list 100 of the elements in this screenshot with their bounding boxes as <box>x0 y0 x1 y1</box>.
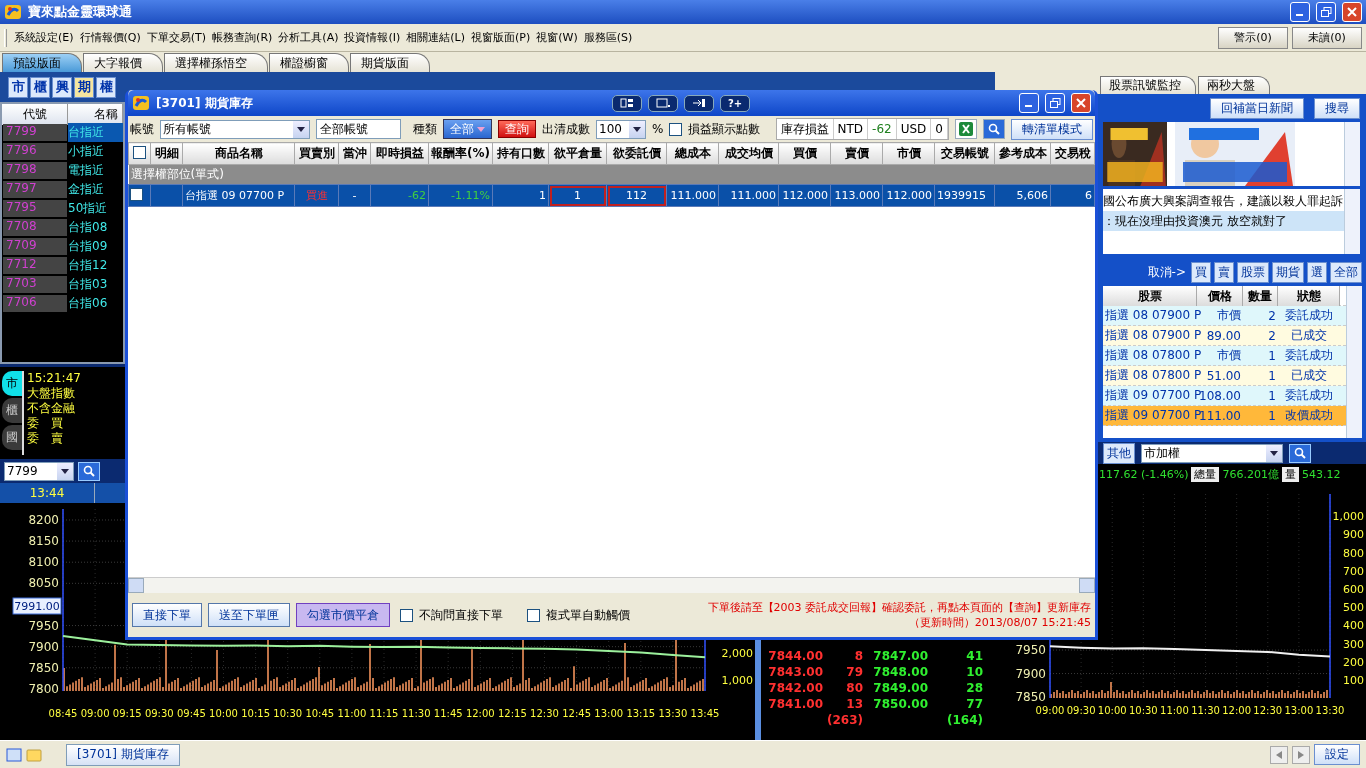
column-header[interactable]: 報酬率(%) <box>428 142 493 165</box>
account-select[interactable]: 所有帳號 <box>160 119 310 139</box>
column-header[interactable]: 價格 <box>1197 286 1243 306</box>
restore-button[interactable] <box>1316 2 1336 22</box>
order-row[interactable]: 指選 08 07900 P 89.00 2 已成交 <box>1103 326 1346 346</box>
column-header[interactable]: 當沖 <box>338 142 371 165</box>
close-button[interactable] <box>1071 93 1091 113</box>
column-header[interactable]: 賣價 <box>830 142 883 165</box>
filter-button[interactable]: 選 <box>1307 262 1327 283</box>
panel-tab[interactable]: 兩秒大盤 <box>1198 76 1270 94</box>
order-row[interactable]: 指選 08 07800 P 51.00 1 已成交 <box>1103 366 1346 386</box>
column-header[interactable]: 總成本 <box>666 142 719 165</box>
column-header[interactable]: 股票 <box>1103 286 1197 306</box>
filter-button[interactable]: 期貨 <box>1272 262 1304 283</box>
horizontal-scrollbar[interactable] <box>128 577 1095 593</box>
column-header[interactable]: 代號 <box>2 104 68 125</box>
table-cell[interactable]: 112 <box>606 184 667 207</box>
filter-button[interactable]: 全部 <box>1330 262 1362 283</box>
row-checkbox[interactable] <box>130 187 143 201</box>
close-button[interactable] <box>1342 2 1362 22</box>
excel-button[interactable] <box>955 119 977 139</box>
checkbox[interactable] <box>527 608 540 622</box>
column-header[interactable]: 數量 <box>1243 286 1278 306</box>
vertical-scrollbar[interactable] <box>1344 122 1360 186</box>
layout-tab[interactable]: 大字報價 <box>83 53 163 72</box>
market-button[interactable]: 興 <box>52 76 72 98</box>
menu-item[interactable]: 行情報價(Q) <box>76 28 144 47</box>
search-button[interactable] <box>78 461 100 481</box>
column-header[interactable]: 即時損益 <box>370 142 429 165</box>
filter-button[interactable]: 買 <box>1191 262 1211 283</box>
layout-tab[interactable]: 權證櫥窗 <box>269 53 349 72</box>
scroll-left-button[interactable] <box>1270 745 1288 764</box>
market-tab[interactable]: 國 <box>2 425 22 450</box>
column-header[interactable]: 買賣別 <box>294 142 339 165</box>
clear-ratio-select[interactable]: 100 <box>596 119 646 139</box>
menu-item[interactable]: 視窗版面(P) <box>468 28 534 47</box>
layout-tab[interactable]: 期貨版面 <box>350 53 430 72</box>
column-header[interactable]: 商品名稱 <box>182 142 295 165</box>
account-field[interactable]: 全部帳號 <box>316 119 401 139</box>
table-cell[interactable]: 1 <box>548 184 607 207</box>
column-header[interactable]: 狀態 <box>1278 286 1340 306</box>
menu-item[interactable]: 下單交易(T) <box>143 28 210 47</box>
minimize-button[interactable] <box>1290 2 1310 22</box>
market-button[interactable]: 權 <box>96 76 116 98</box>
query-button[interactable]: 查詢 <box>498 120 536 138</box>
market-button[interactable]: 櫃 <box>30 76 50 98</box>
index-combo[interactable]: 市加權 <box>1141 443 1283 463</box>
settings-button[interactable]: 設定 <box>1314 744 1360 765</box>
menu-item[interactable]: 帳務查詢(R) <box>209 28 276 47</box>
search-button[interactable] <box>1289 443 1311 463</box>
checkbox[interactable] <box>669 122 683 136</box>
column-header[interactable]: 名稱 <box>68 104 123 125</box>
column-header[interactable]: 參考成本 <box>994 142 1051 165</box>
help-button[interactable]: ?+ <box>720 94 750 112</box>
market-tab[interactable]: 市 <box>2 371 22 396</box>
action-button[interactable]: 直接下單 <box>132 603 202 627</box>
news-headline[interactable]: 國公布廣大興案調查報告，建議以殺人罪起訴 <box>1103 191 1344 211</box>
order-row[interactable]: 指選 09 07700 P108.00 1 委託成功 <box>1103 386 1346 406</box>
order-row[interactable]: 指選 08 07900 P 市價 2 委託成功 <box>1103 306 1346 326</box>
news-button[interactable]: 搜尋 <box>1314 98 1360 119</box>
window-view-button[interactable] <box>648 94 678 112</box>
select-all-checkbox[interactable] <box>133 145 146 159</box>
column-header[interactable]: 交易帳號 <box>934 142 995 165</box>
menu-item[interactable]: 視窗(W) <box>533 28 581 47</box>
column-header[interactable]: 市價 <box>882 142 935 165</box>
scroll-right-button[interactable] <box>1292 745 1310 764</box>
type-button[interactable]: 全部 <box>443 119 492 139</box>
checkbox[interactable] <box>400 608 413 622</box>
column-header[interactable]: 明細 <box>150 142 183 165</box>
alert-button[interactable]: 未讀(0) <box>1292 26 1362 49</box>
action-button[interactable]: 送至下單匣 <box>208 603 290 627</box>
menu-item[interactable]: 系統設定(E) <box>11 28 77 47</box>
menu-item[interactable]: 服務區(S) <box>580 28 636 47</box>
minimize-button[interactable] <box>1019 93 1039 113</box>
column-header[interactable]: 欲委託價 <box>606 142 667 165</box>
column-header[interactable]: 成交均價 <box>718 142 779 165</box>
news-headline[interactable]: ：現在沒理由投資澳元 放空就對了 <box>1103 211 1344 231</box>
market-tab[interactable]: 櫃 <box>2 398 22 423</box>
layout-tab[interactable]: 預設版面 <box>2 53 82 72</box>
filter-button[interactable]: 賣 <box>1214 262 1234 283</box>
column-header[interactable]: 持有口數 <box>492 142 549 165</box>
list-mode-button[interactable]: 轉清單模式 <box>1011 118 1093 140</box>
menu-item[interactable]: 分析工具(A) <box>275 28 342 47</box>
menu-item[interactable]: 相關連結(L) <box>403 28 468 47</box>
order-row[interactable]: 指選 08 07800 P 市價 1 委託成功 <box>1103 346 1346 366</box>
column-header[interactable]: 交易稅 <box>1050 142 1095 165</box>
column-header[interactable]: 買價 <box>778 142 831 165</box>
symbol-combo[interactable]: 7799 <box>4 461 74 481</box>
other-button[interactable]: 其他 <box>1103 442 1135 464</box>
panel-tab[interactable]: 股票訊號監控 <box>1100 76 1196 94</box>
quote-name[interactable]: 台指近 <box>68 123 123 142</box>
export-button[interactable] <box>684 94 714 112</box>
column-header[interactable]: 欲平倉量 <box>548 142 607 165</box>
market-button[interactable]: 市 <box>8 76 28 98</box>
alert-button[interactable]: 警示(0) <box>1218 26 1288 49</box>
vertical-scrollbar[interactable] <box>1346 286 1362 438</box>
action-button[interactable]: 勾選市價平倉 <box>296 603 390 627</box>
menu-item[interactable]: 投資情報(I) <box>341 28 404 47</box>
order-row[interactable]: 指選 09 07700 P111.00 1 改價成功 <box>1103 406 1346 426</box>
vertical-scrollbar[interactable] <box>1344 189 1360 254</box>
